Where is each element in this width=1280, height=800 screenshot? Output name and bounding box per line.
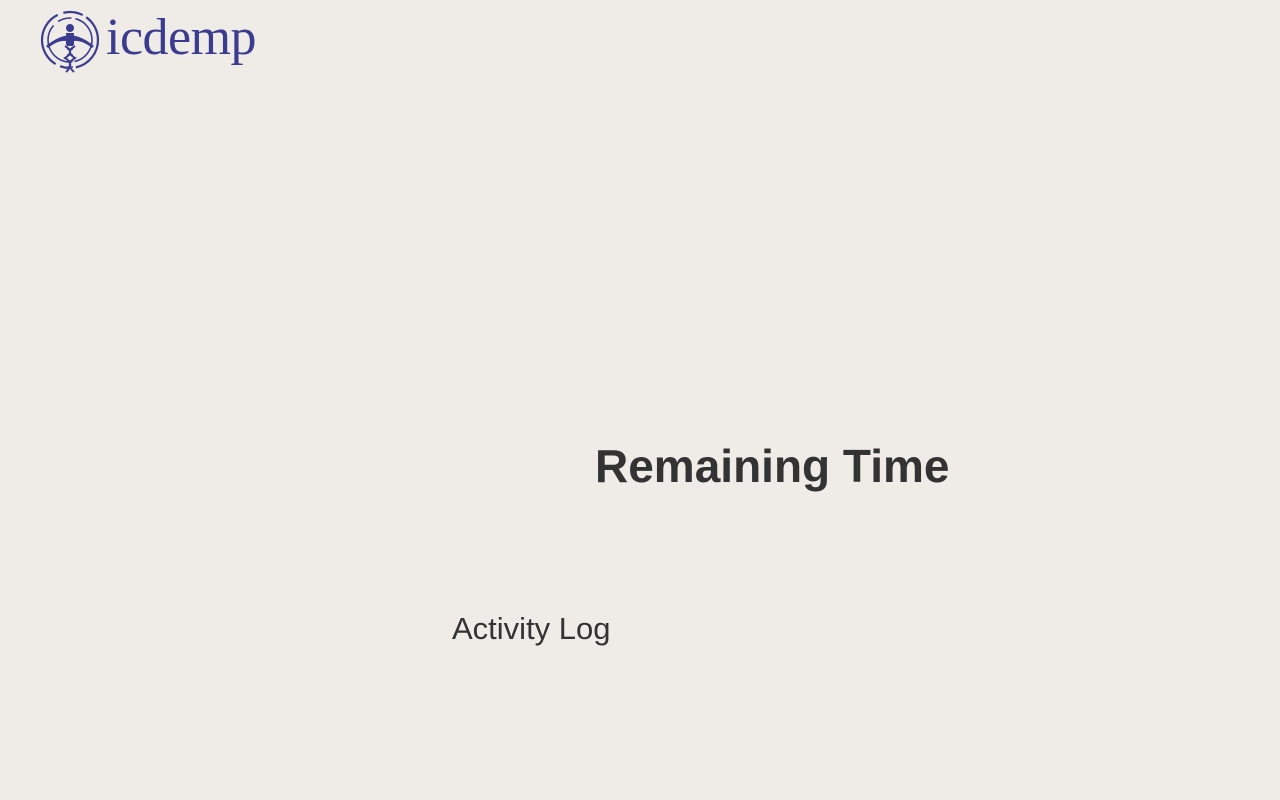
- activity-log-heading: Activity Log: [452, 611, 611, 646]
- dna-figure-icon: [40, 10, 100, 73]
- logo-text: icdemp: [106, 9, 257, 66]
- site-logo[interactable]: icdemp: [40, 8, 257, 74]
- remaining-time-heading: Remaining Time: [595, 440, 950, 492]
